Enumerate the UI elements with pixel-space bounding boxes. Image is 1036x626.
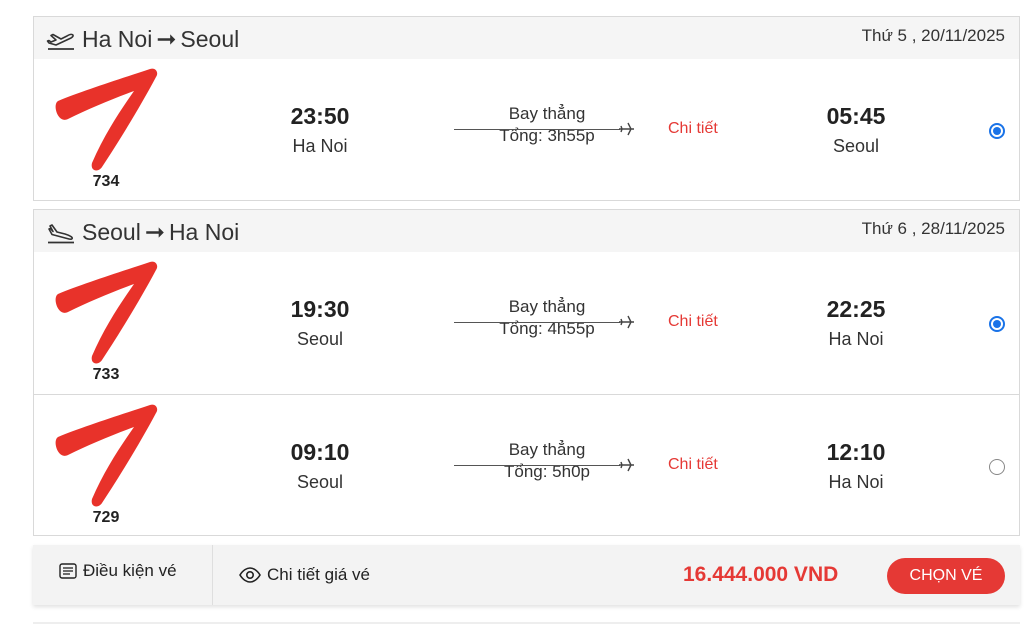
choose-ticket-button[interactable]: CHỌN VÉ <box>887 558 1005 594</box>
departure: 19:30 Seoul <box>260 296 380 350</box>
airplane-icon <box>619 122 634 136</box>
departure: 23:50 Ha Noi <box>260 103 380 157</box>
select-flight-radio[interactable] <box>989 316 1005 332</box>
outbound-header: Ha Noi ➞ Seoul Thứ 5 , 20/11/2025 <box>34 17 1019 59</box>
arrival: 05:45 Seoul <box>796 103 916 157</box>
route-line <box>454 322 620 323</box>
route-line <box>454 129 620 130</box>
airplane-icon <box>619 458 634 472</box>
flight-number: 734 <box>92 173 120 190</box>
price-detail-label: Chi tiết giá vé <box>267 565 370 584</box>
flight-type: Bay thẳng <box>508 440 586 459</box>
divider <box>33 622 1020 624</box>
flight-row[interactable]: 729 09:10 Seoul Bay thẳng Tổng: 5h0p Chi… <box>34 394 1019 536</box>
booking-footer: Điều kiện vé Chi tiết giá vé 16.444.000 … <box>33 545 1020 605</box>
airplane-icon <box>619 315 634 329</box>
arrival-city: Seoul <box>832 136 880 156</box>
airline-logo <box>55 68 158 171</box>
flight-date: Thứ 5 , 20/11/2025 <box>861 26 1005 45</box>
airline-logo <box>55 261 158 364</box>
arrival-city: Ha Noi <box>828 472 884 492</box>
route-from: Ha Noi <box>82 26 153 52</box>
route-to: Ha Noi <box>168 219 240 245</box>
outbound-card: Ha Noi ➞ Seoul Thứ 5 , 20/11/2025 734 23… <box>33 16 1020 201</box>
ticket-conditions-label: Điều kiện vé <box>83 561 177 580</box>
outbound-route: Ha Noi ➞ Seoul <box>46 25 239 54</box>
flight-detail-link[interactable]: Chi tiết <box>668 313 718 331</box>
arrival-city: Ha Noi <box>828 329 884 349</box>
flight-row[interactable]: 734 23:50 Ha Noi Bay thẳng Tổng: 3h55p C… <box>34 59 1019 201</box>
arrival: 12:10 Ha Noi <box>796 439 916 493</box>
departure-time: 23:50 <box>290 103 350 129</box>
flight-type: Bay thẳng <box>508 104 586 123</box>
flight-info: Bay thẳng Tổng: 5h0p <box>452 440 642 482</box>
select-flight-radio[interactable] <box>989 123 1005 139</box>
select-flight-radio[interactable] <box>989 459 1005 475</box>
departure-city: Ha Noi <box>292 136 348 156</box>
arrival: 22:25 Ha Noi <box>796 296 916 350</box>
flight-info: Bay thẳng Tổng: 4h55p <box>452 297 642 339</box>
flight-type: Bay thẳng <box>508 297 586 316</box>
flight-number: 729 <box>92 509 120 526</box>
flight-date: Thứ 6 , 28/11/2025 <box>861 219 1005 238</box>
departure: 09:10 Seoul <box>260 439 380 493</box>
departure-time: 09:10 <box>290 439 350 465</box>
return-card: Seoul ➞ Ha Noi Thứ 6 , 28/11/2025 733 19… <box>33 209 1020 536</box>
airplane-landing-icon <box>48 223 74 243</box>
flight-detail-link[interactable]: Chi tiết <box>668 120 718 138</box>
arrival-time: 05:45 <box>826 103 886 129</box>
departure-time: 19:30 <box>290 296 350 322</box>
flight-detail-link[interactable]: Chi tiết <box>668 456 718 474</box>
departure-city: Seoul <box>296 472 344 492</box>
airplane-takeoff-icon <box>46 33 74 50</box>
total-price: 16.444.000 VND <box>683 563 839 586</box>
airline-logo <box>55 404 158 507</box>
eye-icon <box>239 567 261 583</box>
arrival-time: 12:10 <box>826 439 886 465</box>
flight-info: Bay thẳng Tổng: 3h55p <box>452 104 642 146</box>
route-arrow-icon: ➞ <box>156 26 177 53</box>
arrival-time: 22:25 <box>826 296 886 322</box>
route-to: Seoul <box>180 26 240 52</box>
departure-city: Seoul <box>296 329 344 349</box>
divider <box>212 545 213 605</box>
flight-row[interactable]: 733 19:30 Seoul Bay thẳng Tổng: 4h55p Ch… <box>34 252 1019 394</box>
route-from: Seoul <box>82 219 141 245</box>
price-detail-link[interactable]: Chi tiết giá vé <box>239 565 370 585</box>
flight-number: 733 <box>92 366 120 383</box>
document-icon <box>59 563 77 579</box>
return-header: Seoul ➞ Ha Noi Thứ 6 , 28/11/2025 <box>34 210 1019 252</box>
return-route: Seoul ➞ Ha Noi <box>46 218 239 247</box>
route-line <box>454 465 620 466</box>
ticket-conditions-link[interactable]: Điều kiện vé <box>59 561 177 581</box>
route-arrow-icon: ➞ <box>144 219 165 246</box>
